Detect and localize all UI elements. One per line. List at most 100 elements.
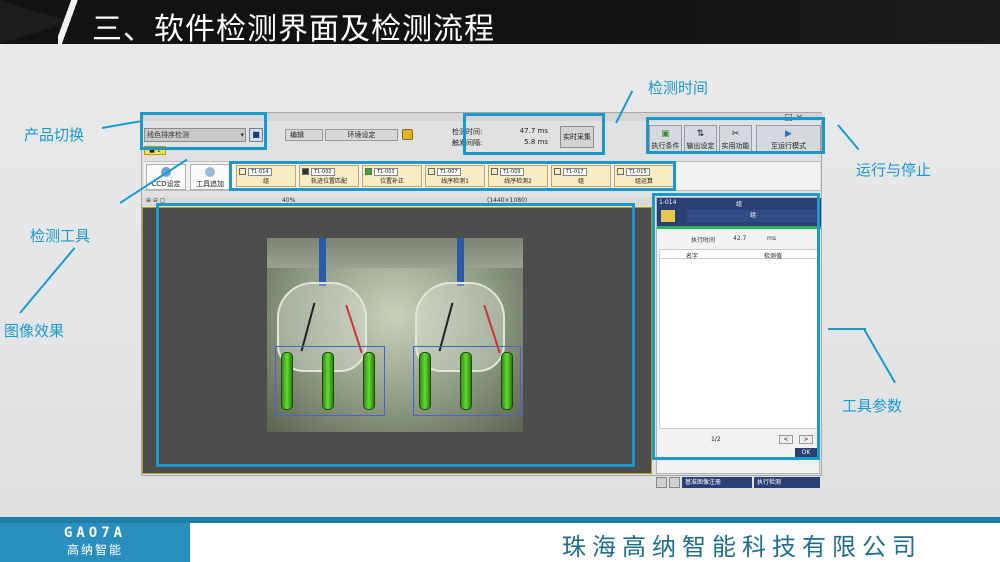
utility-label: 实用功能: [721, 142, 750, 150]
trigger-interval-value: 5.8 ms: [524, 138, 548, 146]
lock-icon[interactable]: [656, 477, 667, 488]
register-reference-button[interactable]: 基准图像注册: [682, 477, 752, 488]
logo-chinese: 高纳智能: [66, 543, 123, 557]
chevron-down-icon: ▾: [240, 131, 244, 139]
window-top-strip: [142, 113, 823, 121]
panel-sub-name[interactable]: 组: [687, 210, 819, 222]
play-icon: ▶: [785, 129, 792, 139]
tool-chip[interactable]: T1-007 线序检测1: [425, 165, 485, 187]
help-icon[interactable]: [402, 129, 413, 140]
tool-icon: [554, 168, 561, 175]
tool-parameter-panel: 1-014 组 组 执行时间 42.7 ms 名字 检测值 1/2 < > OK: [656, 197, 821, 474]
cable-right: [457, 238, 464, 286]
scene-tab[interactable]: ■ 1: [144, 146, 166, 155]
slide-footer: GAO7A 高纳智能 珠海高纳智能科技有限公司: [0, 517, 1000, 562]
panel-tool-name: 组: [735, 201, 742, 208]
exec-condition-button[interactable]: ▣ 执行条件: [649, 125, 682, 153]
add-tool-button[interactable]: 工具追加: [190, 164, 230, 190]
sort-arrows-icon: ⇅: [696, 129, 705, 139]
callout-run-stop: 运行与停止: [856, 161, 932, 179]
tool-chip[interactable]: T1-003 位置补正: [362, 165, 422, 187]
image-viewer[interactable]: [142, 207, 652, 474]
tool-id: T1-009: [500, 167, 524, 176]
run-mode-button[interactable]: ▶ 至运行模式: [756, 125, 821, 153]
connector-line: [863, 328, 896, 384]
exec-time-value: 42.7: [733, 235, 747, 242]
output-settings-label: 输出设定: [686, 142, 715, 150]
slide-title-bar: 三、软件检测界面及检测流程: [0, 0, 1000, 47]
tool-name: 组运算: [634, 178, 653, 185]
tool-icon: [365, 168, 372, 175]
panel-header: 1-014 组 组: [657, 198, 821, 226]
callout-product-switch: 产品切换: [24, 126, 85, 144]
result-table-header: 名字 检测值: [660, 250, 818, 260]
result-table: 名字 检测值: [659, 249, 819, 429]
cart-icon: [661, 210, 675, 222]
cable-left: [319, 238, 326, 286]
run-mode-label: 至运行模式: [771, 142, 806, 150]
title-stripe-decoration: [58, 0, 86, 44]
exec-time-label: 执行时间: [691, 237, 716, 244]
tool-name: 线序检测2: [504, 178, 532, 185]
exec-condition-label: 执行条件: [651, 142, 680, 150]
window-controls[interactable]: — □ ×: [772, 113, 803, 123]
tool-icon: [491, 168, 498, 175]
callout-tool-params: 工具参数: [842, 397, 903, 415]
product-select-value: 线色排序检测: [147, 131, 189, 139]
tool-name: 组: [262, 178, 269, 185]
detect-time-label: 检测时间:: [452, 128, 483, 136]
next-page-button[interactable]: >: [799, 435, 813, 444]
product-select[interactable]: 线色排序检测 ▾: [144, 128, 246, 142]
utility-button[interactable]: ✂ 实用功能: [719, 125, 752, 153]
tool-chip[interactable]: T1-017 组: [551, 165, 611, 187]
title-bar-background: [580, 0, 1000, 44]
zoom-icons[interactable]: ⊕ ⊖ ▢: [146, 197, 166, 204]
page-number: 1/2: [711, 436, 721, 443]
tool-id: T1-003: [374, 167, 398, 176]
tool-icon: [302, 168, 309, 175]
col-name: 名字: [686, 253, 699, 260]
tool-chip[interactable]: T1-002 轨迹位置匹配: [299, 165, 359, 187]
tool-icon: [617, 168, 624, 175]
environment-settings-button[interactable]: 环境设定: [325, 129, 398, 141]
tool-id: T1-014: [248, 167, 272, 176]
company-logo: GAO7A 高纳智能: [0, 523, 190, 562]
tool-id: T1-007: [437, 167, 461, 176]
connector-line: [101, 120, 142, 129]
callout-detect-time: 检测时间: [648, 79, 709, 97]
tool-flow-row: CCD设定 工具追加 T1-014 组 T1-002 轨迹位置匹配 T1-003…: [144, 161, 820, 191]
connector-line: [19, 247, 76, 314]
company-name: 珠海高纳智能科技有限公司: [562, 533, 922, 561]
settings-icon[interactable]: [669, 477, 680, 488]
connector-line: [828, 328, 866, 330]
pager: 1/2 < >: [657, 435, 821, 445]
prev-page-button[interactable]: <: [779, 435, 793, 444]
roi-box: [413, 346, 521, 416]
zoom-level: 40%: [282, 197, 296, 204]
image-resolution: (1440×1080): [487, 197, 528, 204]
tool-icon: [239, 168, 246, 175]
trigger-interval-label: 触发间隔:: [452, 139, 483, 147]
output-settings-button[interactable]: ⇅ 输出设定: [684, 125, 717, 153]
tool-id: T1-002: [311, 167, 335, 176]
image-viewer-toolbar: ⊕ ⊖ ▢ 40% (1440×1080): [142, 197, 652, 206]
exec-time-unit: ms: [767, 235, 776, 242]
ccd-settings-button[interactable]: CCD设定: [146, 164, 186, 190]
vision-software-window: — □ × 线色排序检测 ▾ ■ 编辑 环境设定 检测时间: 47.7 ms 触…: [141, 112, 823, 488]
panel-accent-line: [657, 226, 821, 229]
save-icon[interactable]: ■: [249, 128, 263, 142]
tool-chip[interactable]: T1-015 组运算: [614, 165, 674, 187]
tool-name: 线序检测1: [441, 178, 469, 185]
tool-name: 位置补正: [379, 178, 404, 185]
edit-menu[interactable]: 编辑: [285, 129, 323, 141]
ok-button[interactable]: OK: [795, 448, 817, 457]
tool-id: T1-017: [563, 167, 587, 176]
condition-icon: ▣: [661, 129, 670, 139]
run-detection-button[interactable]: 执行检测: [754, 477, 820, 488]
tool-chip[interactable]: T1-009 线序检测2: [488, 165, 548, 187]
live-capture-button[interactable]: 实时采集: [560, 126, 594, 148]
col-result: 检测值: [764, 253, 783, 260]
tool-chip[interactable]: T1-014 组: [236, 165, 296, 187]
ccd-settings-label: CCD设定: [151, 180, 181, 188]
tool-name: 轨迹位置匹配: [310, 178, 347, 185]
